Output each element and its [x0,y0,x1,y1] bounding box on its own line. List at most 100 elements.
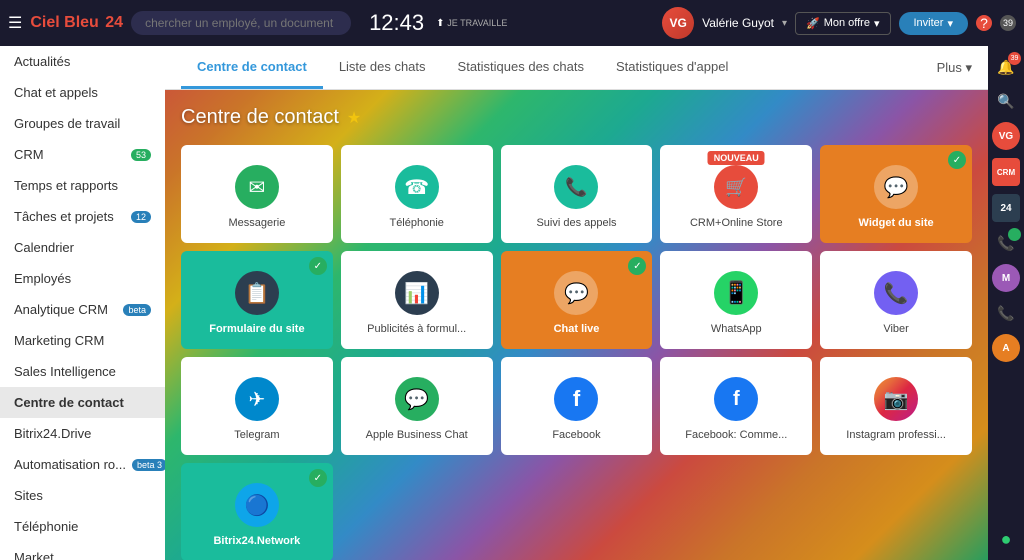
card-bitrix24-network[interactable]: ✓ 🔵 Bitrix24.Network [181,463,333,560]
network-icon: 🔵 [235,483,279,527]
invite-dropdown-icon: ▾ [947,17,953,30]
crm-badge: 53 [131,149,151,161]
tab-stats-chats[interactable]: Statistiques des chats [442,47,600,89]
auto-badge: beta 3 [132,459,165,471]
telephonie-icon: ☎ [395,165,439,209]
card-label: Publicités à formul... [367,323,466,335]
topbar-right: VG Valérie Guyot ▾ 🚀 Mon offre ▾ Inviter… [662,7,1016,39]
sidebar-item-sites[interactable]: Sites [0,480,165,511]
rp-notifications-icon[interactable]: 🔔 39 [991,52,1021,82]
rp-green-dot[interactable]: ● [991,524,1021,554]
sidebar-item-bitrix24-drive[interactable]: Bitrix24.Drive [0,418,165,449]
bell-icon: ? [980,15,988,31]
card-crm-online[interactable]: NOUVEAU 🛒 CRM+Online Store [660,145,812,243]
sidebar-item-centre-contact[interactable]: Centre de contact [0,387,165,418]
publicites-icon: 📊 [395,271,439,315]
tab-more[interactable]: Plus ▾ [937,60,972,76]
search-input[interactable] [131,11,351,35]
card-formulaire-site[interactable]: ✓ 📋 Formulaire du site [181,251,333,349]
invite-button[interactable]: Inviter ▾ [899,12,969,35]
card-telephonie[interactable]: ☎ Téléphonie [341,145,493,243]
status-area: ⬆ JE TRAVAILLE [436,18,507,29]
sidebar-label: CRM [14,147,44,162]
card-telegram[interactable]: ✈ Telegram [181,357,333,455]
tab-centre-contact[interactable]: Centre de contact [181,47,323,89]
rp-phone2-icon[interactable]: 📞 [991,298,1021,328]
sidebar-item-employes[interactable]: Employés [0,263,165,294]
whatsapp-icon: 📱 [714,271,758,315]
dropdown-icon[interactable]: ▾ [782,18,787,29]
formulaire-icon: 📋 [235,271,279,315]
rp-notif-badge: 39 [1008,52,1021,65]
tabs-bar: Centre de contact Liste des chats Statis… [165,46,988,90]
rp-24-icon[interactable]: 24 [992,194,1020,222]
sidebar-item-chat-appels[interactable]: Chat et appels [0,77,165,108]
favorite-star-icon[interactable]: ★ [347,108,361,128]
sidebar-item-taches[interactable]: Tâches et projets 12 [0,201,165,232]
card-messagerie[interactable]: ✉ Messagerie [181,145,333,243]
card-publicites[interactable]: 📊 Publicités à formul... [341,251,493,349]
card-viber[interactable]: 📞 Viber [820,251,972,349]
messagerie-icon: ✉ [235,165,279,209]
sidebar-item-crm[interactable]: CRM 53 [0,139,165,170]
card-label: Messagerie [228,217,285,229]
rp-search-icon[interactable]: 🔍 [991,86,1021,116]
sidebar-label: Market [14,550,54,560]
sidebar-item-groupes-travail[interactable]: Groupes de travail [0,108,165,139]
check-icon: ✓ [628,257,646,275]
card-label: Facebook [552,429,600,441]
sidebar-item-actualites[interactable]: Actualités [0,46,165,77]
tab-stats-appel[interactable]: Statistiques d'appel [600,47,744,89]
card-label: Instagram professi... [846,429,946,441]
current-time: 12:43 [369,10,424,36]
apple-chat-icon: 💬 [395,377,439,421]
tab-liste-chats[interactable]: Liste des chats [323,47,442,89]
sidebar-label: Temps et rapports [14,178,118,193]
sidebar-item-market[interactable]: Market [0,542,165,560]
card-label: Formulaire du site [209,323,304,335]
offer-icon: 🚀 [806,17,820,30]
page-body: Centre de contact ★ ✉ Messagerie ☎ Télép… [165,90,988,560]
notification-badge[interactable]: ? [976,15,992,31]
rp-crm-icon[interactable]: CRM [992,158,1020,186]
help-badge[interactable]: 39 [1000,15,1016,31]
facebook-comme-icon: f [714,377,758,421]
sidebar-item-telephonie[interactable]: Téléphonie [0,511,165,542]
rp-avatar-orange[interactable]: A [992,334,1020,362]
card-apple-business-chat[interactable]: 💬 Apple Business Chat [341,357,493,455]
menu-icon[interactable]: ☰ [8,13,22,33]
card-facebook[interactable]: f Facebook [501,357,653,455]
check-icon: ✓ [309,469,327,487]
card-whatsapp[interactable]: 📱 WhatsApp [660,251,812,349]
card-label: Facebook: Comme... [685,429,787,441]
card-widget-site[interactable]: ✓ 💬 Widget du site [820,145,972,243]
status-text: JE TRAVAILLE [447,18,507,28]
instagram-icon: 📷 [874,377,918,421]
card-instagram[interactable]: 📷 Instagram professi... [820,357,972,455]
sidebar-item-automatisation[interactable]: Automatisation ro... beta 3 [0,449,165,480]
sidebar-item-sales[interactable]: Sales Intelligence [0,356,165,387]
sidebar-label: Bitrix24.Drive [14,426,91,441]
sidebar-item-analytique[interactable]: Analytique CRM beta [0,294,165,325]
main-layout: Actualités Chat et appels Groupes de tra… [0,46,1024,560]
suivi-icon: 📞 [554,165,598,209]
offer-button[interactable]: 🚀 Mon offre ▾ [795,12,891,35]
viber-icon: 📞 [874,271,918,315]
user-avatar[interactable]: VG [662,7,694,39]
sidebar-item-marketing[interactable]: Marketing CRM [0,325,165,356]
page-title: Centre de contact [181,106,339,129]
rp-phone-icon[interactable]: 📞 [991,228,1021,258]
card-chat-live[interactable]: ✓ 💬 Chat live [501,251,653,349]
card-label: CRM+Online Store [690,217,783,229]
sidebar-label: Tâches et projets [14,209,114,224]
content-area: Centre de contact Liste des chats Statis… [165,46,988,560]
rp-phone-badge [1008,228,1021,241]
rp-user-avatar[interactable]: VG [992,122,1020,150]
sidebar-item-calendrier[interactable]: Calendrier [0,232,165,263]
card-facebook-comme[interactable]: f Facebook: Comme... [660,357,812,455]
sidebar-item-temps[interactable]: Temps et rapports [0,170,165,201]
topbar: ☰ Ciel Bleu 24 12:43 ⬆ JE TRAVAILLE VG V… [0,0,1024,46]
rp-avatar-purple[interactable]: M [992,264,1020,292]
sidebar-label: Sales Intelligence [14,364,116,379]
card-suivi-appels[interactable]: 📞 Suivi des appels [501,145,653,243]
